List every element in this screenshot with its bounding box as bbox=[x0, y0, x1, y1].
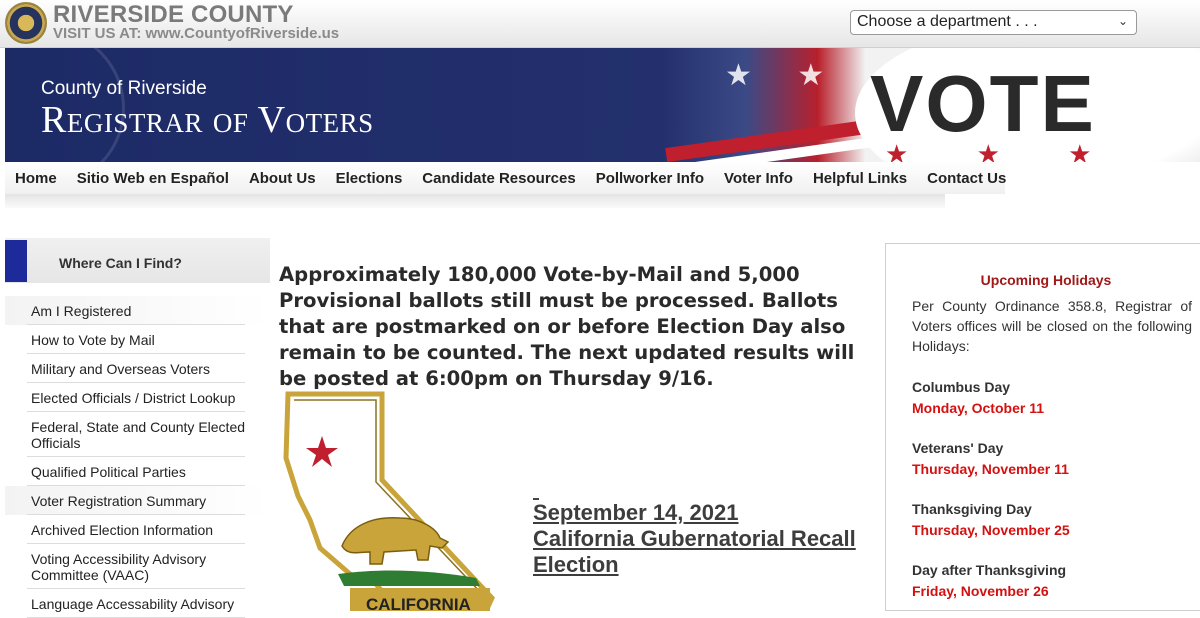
holidays-panel: Upcoming Holidays Per County Ordinance 3… bbox=[885, 243, 1200, 611]
nav-pollworker-info[interactable]: Pollworker Info bbox=[586, 162, 714, 194]
vote-text: VOTE bbox=[870, 59, 1096, 148]
sidebar-heading: Where Can I Find? bbox=[59, 255, 182, 271]
holiday-name: Day after Thanksgiving bbox=[912, 562, 1067, 578]
nav-elections[interactable]: Elections bbox=[326, 162, 413, 194]
holiday-date: Thursday, November 11 bbox=[912, 461, 1069, 477]
holiday-name: Columbus Day bbox=[912, 379, 1011, 395]
registrar-banner: County of Riverside Registrar of Voters … bbox=[5, 48, 1200, 162]
sidebar-item-elected-officials[interactable]: Federal, State and County Elected Offici… bbox=[5, 412, 270, 457]
county-url[interactable]: VISIT US AT: www.CountyofRiverside.us bbox=[53, 25, 339, 42]
holidays-title: Upcoming Holidays bbox=[980, 272, 1112, 288]
sidebar-item-vote-by-mail[interactable]: How to Vote by Mail bbox=[5, 325, 270, 354]
sidebar-marker bbox=[5, 240, 27, 282]
sidebar-item-language-advisory[interactable]: Language Accessability Advisory bbox=[5, 589, 270, 618]
banner-title: Registrar of Voters bbox=[41, 99, 374, 141]
sidebar-item-district-lookup[interactable]: Elected Officials / District Lookup bbox=[5, 383, 270, 412]
sidebar-item-military-overseas[interactable]: Military and Overseas Voters bbox=[5, 354, 270, 383]
map-label: CALIFORNIA bbox=[366, 595, 471, 611]
county-header: RIVERSIDE COUNTY VISIT US AT: www.County… bbox=[0, 0, 1200, 48]
sidebar-header: Where Can I Find? bbox=[5, 238, 270, 283]
sidebar-item-registration-summary[interactable]: Voter Registration Summary bbox=[5, 486, 270, 515]
holiday-date: Friday, November 26 bbox=[912, 583, 1049, 599]
holiday-entry: Thanksgiving Day Thursday, November 25 bbox=[912, 499, 1192, 541]
nav-home[interactable]: Home bbox=[5, 162, 67, 194]
banner-subtitle: County of Riverside bbox=[41, 78, 207, 99]
recall-election-link[interactable]: September 14, 2021 California Gubernator… bbox=[533, 498, 873, 578]
sidebar: Where Can I Find? Am I Registered How to… bbox=[5, 238, 270, 618]
holiday-entry: Columbus Day Monday, October 11 bbox=[912, 377, 1192, 419]
election-name[interactable]: California Gubernatorial Recall Election bbox=[533, 526, 856, 577]
sidebar-item-am-i-registered[interactable]: Am I Registered bbox=[5, 296, 270, 325]
sidebar-item-vaac[interactable]: Voting Accessibility Advisory Committee … bbox=[5, 544, 270, 589]
holiday-name: Thanksgiving Day bbox=[912, 501, 1032, 517]
holiday-date: Monday, October 11 bbox=[912, 400, 1044, 416]
nav-divider bbox=[5, 194, 945, 208]
california-map-image[interactable]: CALIFORNIA bbox=[280, 388, 520, 611]
holiday-date: Thursday, November 25 bbox=[912, 522, 1070, 538]
election-date[interactable]: September 14, 2021 bbox=[533, 500, 738, 525]
sidebar-item-political-parties[interactable]: Qualified Political Parties bbox=[5, 457, 270, 486]
nav-about-us[interactable]: About Us bbox=[239, 162, 326, 194]
nav-espanol[interactable]: Sitio Web en Español bbox=[67, 162, 239, 194]
nav-candidate-resources[interactable]: Candidate Resources bbox=[412, 162, 585, 194]
holiday-name: Veterans' Day bbox=[912, 440, 1004, 456]
holiday-entry: Veterans' Day Thursday, November 11 bbox=[912, 438, 1192, 480]
stars-icon: ★ ★ bbox=[725, 58, 843, 93]
sidebar-item-archived-elections[interactable]: Archived Election Information bbox=[5, 515, 270, 544]
main-nav: Home Sitio Web en Español About Us Elect… bbox=[5, 162, 1006, 194]
department-select[interactable]: Choose a department . . . ⌄ bbox=[850, 10, 1137, 35]
vote-stars-icon: ★ ★ ★ bbox=[885, 140, 1122, 162]
holidays-intro: Per County Ordinance 358.8, Registrar of… bbox=[912, 298, 1192, 354]
sidebar-list: Am I Registered How to Vote by Mail Mili… bbox=[5, 296, 270, 618]
results-announcement: Approximately 180,000 Vote-by-Mail and 5… bbox=[279, 263, 855, 390]
nav-helpful-links[interactable]: Helpful Links bbox=[803, 162, 917, 194]
chevron-down-icon: ⌄ bbox=[1117, 14, 1128, 28]
department-select-value: Choose a department . . . bbox=[857, 13, 1038, 30]
holiday-entry: Day after Thanksgiving Friday, November … bbox=[912, 560, 1192, 602]
county-seal-icon[interactable] bbox=[5, 2, 47, 44]
nav-contact-us[interactable]: Contact Us bbox=[917, 162, 1016, 194]
nav-voter-info[interactable]: Voter Info bbox=[714, 162, 803, 194]
